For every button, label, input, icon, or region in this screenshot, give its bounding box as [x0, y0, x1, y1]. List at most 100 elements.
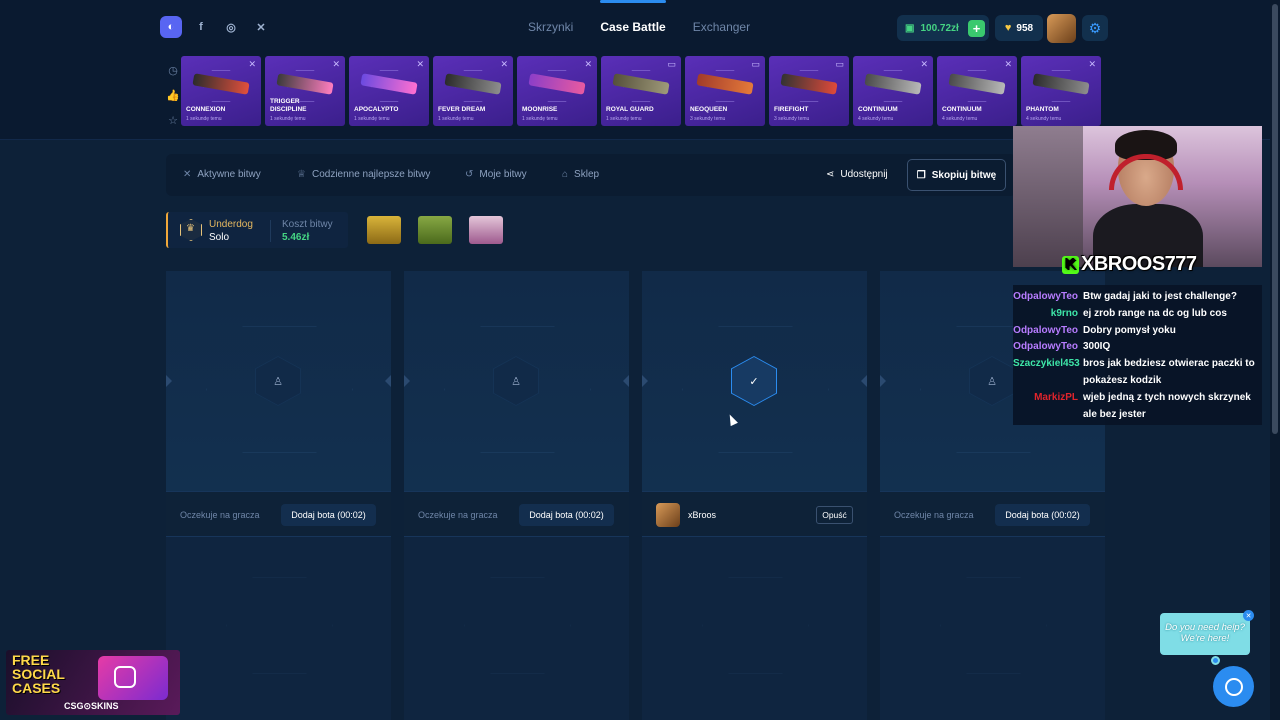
social-links: ◐ f ◎ ✕ [160, 16, 272, 38]
copy-battle-button[interactable]: ❐ Skopiuj bitwę [907, 159, 1006, 191]
drop-card[interactable]: ▭ NEOQUEEN 3 sekundy temu [685, 56, 765, 126]
promo-line: FREE [12, 652, 50, 668]
drop-card[interactable]: ▭ FIREFIGHT 3 sekundy temu [769, 56, 849, 126]
nav-cases[interactable]: Skrzynki [528, 20, 573, 34]
chat-message: k9rno ej zrob range na dc og lub cos [1013, 306, 1262, 323]
discord-icon[interactable]: ◐ [160, 16, 182, 38]
drop-name: APOCALYPTO [354, 106, 399, 113]
drop-card[interactable]: ✕ CONTINUUM 4 sekundy temu [853, 56, 933, 126]
drop-card[interactable]: ✕ APOCALYPTO 1 sekundę temu [349, 56, 429, 126]
tab-label: Codzienne najlepsze bitwy [311, 169, 431, 180]
instagram-icon[interactable]: ◎ [220, 16, 242, 38]
help-line: Do you need help? [1165, 622, 1245, 633]
waiting-label: Oczekuje na gracza [894, 510, 974, 520]
user-icon: ♙ [987, 375, 997, 388]
join-slot-button[interactable]: ♙ [969, 356, 1015, 406]
streamer-webcam [1013, 126, 1262, 267]
add-bot-button[interactable]: Dodaj bota (00:02) [995, 504, 1090, 526]
deposit-button[interactable]: + [968, 19, 985, 37]
thumbs-up-icon[interactable]: 👍 [166, 87, 180, 103]
slot-footer: Oczekuje na gracza Dodaj bota (00:02) [880, 491, 1105, 537]
share-label: Udostępnij [840, 169, 888, 180]
tab-label: Moje bitwy [479, 169, 527, 180]
sword-icon: ✕ [1004, 59, 1012, 69]
tab-shop[interactable]: ⌂ Sklep [562, 169, 599, 180]
case-image[interactable] [418, 216, 452, 244]
drop-name: FIREFIGHT [774, 106, 809, 113]
nav-exchanger[interactable]: Exchanger [693, 20, 750, 34]
help-bubble[interactable]: Do you need help? We're here! [1160, 613, 1250, 655]
sword-icon: ✕ [1088, 59, 1096, 69]
slot-arena: ♙ [404, 271, 629, 491]
drop-card[interactable]: ✕ TRIGGER DISCIPLINE 1 sekundę temu [265, 56, 345, 126]
drop-name: CONTINUUM [858, 106, 898, 113]
player-name: xBroos [688, 510, 717, 520]
add-bot-button[interactable]: Dodaj bota (00:02) [519, 504, 614, 526]
user-icon: ♙ [273, 375, 283, 388]
chat-message: OdpalowyTeo Dobry pomysł yoku [1013, 323, 1262, 340]
tab-my-battles[interactable]: ↺ Moje bitwy [465, 169, 527, 180]
tab-daily-best[interactable]: ♕ Codzienne najlepsze bitwy [297, 169, 430, 180]
help-line: We're here! [1180, 633, 1230, 644]
trophy-icon: ♕ [297, 169, 306, 180]
drop-card[interactable]: ✕ CONNEXION 1 sekundę temu [181, 56, 261, 126]
chat-bubble-icon [1224, 677, 1243, 696]
scrollbar[interactable] [1270, 0, 1280, 720]
drop-name: TRIGGER DISCIPLINE [270, 98, 307, 113]
support-chat-button[interactable] [1213, 666, 1254, 707]
scrollbar-thumb[interactable] [1272, 4, 1278, 434]
clock-icon[interactable]: ◷ [166, 62, 180, 78]
battle-slot: ✓ xBroos Opuść [642, 271, 867, 720]
drop-card[interactable]: ✕ MOONRISE 1 sekundę temu [517, 56, 597, 126]
promo-line: SOCIAL [12, 666, 65, 682]
sword-icon: ✕ [584, 59, 592, 69]
drop-card[interactable]: ✕ CONTINUUM 4 sekundy temu [937, 56, 1017, 126]
user-avatar[interactable] [1047, 14, 1076, 43]
free-cases-banner[interactable]: FREE SOCIAL CASES CSG⊙SKINS [6, 650, 180, 715]
battle-tabs: ✕ Aktywne bitwy ♕ Codzienne najlepsze bitw… [166, 154, 1016, 196]
drop-name: ROYAL GUARD [606, 106, 654, 113]
player-avatar [656, 503, 680, 527]
tab-label: Sklep [574, 169, 600, 180]
leave-button[interactable]: Opuść [816, 506, 853, 524]
drop-time: 1 sekundę temu [438, 116, 474, 122]
copy-label: Skopiuj bitwę [931, 169, 997, 181]
drop-time: 1 sekundę temu [606, 116, 642, 122]
ready-indicator: ✓ [731, 356, 777, 406]
chat-user: OdpalowyTeo [1013, 341, 1078, 353]
coins-widget[interactable]: ♥ 958 [995, 15, 1043, 41]
sword-icon: ✕ [920, 59, 928, 69]
facebook-icon[interactable]: f [190, 16, 212, 38]
chat-message: MarkizPL wjeb jedną z tych nowych skrzyne… [1013, 390, 1262, 424]
close-icon[interactable]: ✕ [1243, 610, 1254, 621]
drop-time: 1 sekundę temu [186, 116, 222, 122]
case-icon: ▭ [667, 59, 676, 69]
share-button[interactable]: ⋖ Udostępnij [826, 169, 888, 180]
drop-name: CONTINUUM [942, 106, 982, 113]
chat-user: Szaczykiel453 [1013, 358, 1080, 370]
balance-widget[interactable]: ▣ 100.72zł + [897, 15, 989, 41]
case-image[interactable] [367, 216, 401, 244]
x-icon[interactable]: ✕ [250, 16, 272, 38]
nav-case-battle[interactable]: Case Battle [600, 0, 667, 34]
chat-text: wjeb jedną z tych nowych skrzynek ale be… [1083, 391, 1251, 420]
star-icon[interactable]: ☆ [166, 112, 180, 128]
drop-name: CONNEXION [186, 106, 226, 113]
join-slot-button[interactable]: ♙ [493, 356, 539, 406]
heart-icon: ♥ [1004, 22, 1012, 34]
history-icon: ↺ [465, 169, 474, 180]
drops-filter: ◷ 👍 ☆ [166, 62, 180, 128]
sword-icon: ✕ [248, 59, 256, 69]
slot-footer: xBroos Opuść [642, 491, 867, 537]
drop-card[interactable]: ✕ FEVER DREAM 1 sekundę temu [433, 56, 513, 126]
add-bot-button[interactable]: Dodaj bota (00:02) [281, 504, 376, 526]
coins-value: 958 [1016, 22, 1034, 34]
gear-icon[interactable]: ⚙ [1082, 15, 1108, 41]
join-slot-button[interactable]: ♙ [255, 356, 301, 406]
slot-arena: ✓ [642, 271, 867, 491]
drop-card[interactable]: ✕ PHANTOM 4 sekundy temu [1021, 56, 1101, 126]
sword-icon: ✕ [332, 59, 340, 69]
case-image[interactable] [469, 216, 503, 244]
tab-active-battles[interactable]: ✕ Aktywne bitwy [183, 169, 261, 180]
drop-card[interactable]: ▭ ROYAL GUARD 1 sekundę temu [601, 56, 681, 126]
